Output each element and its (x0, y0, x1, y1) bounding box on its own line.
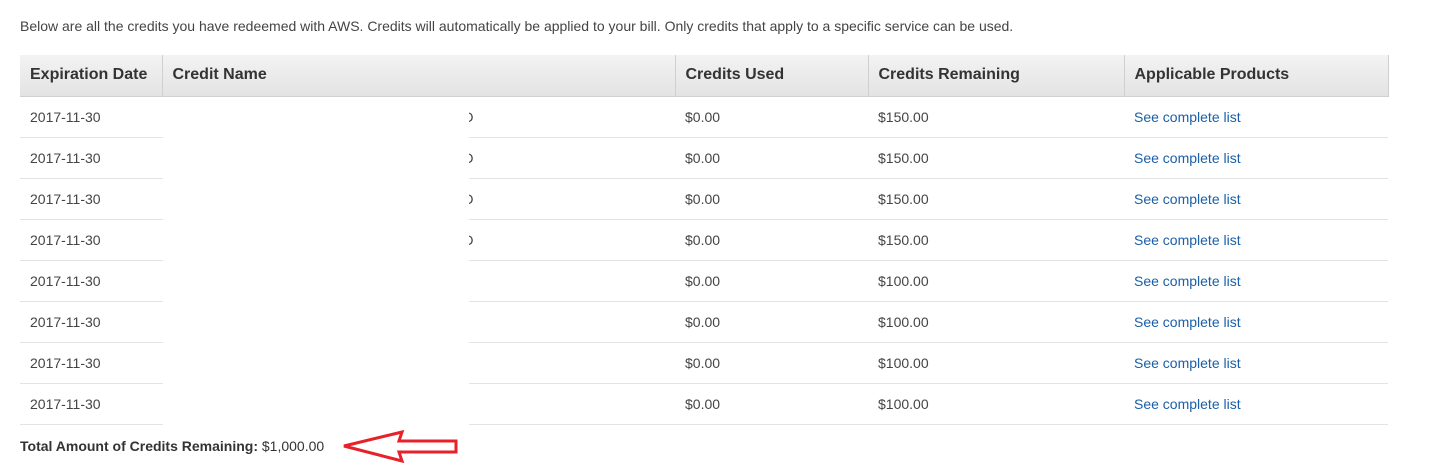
see-complete-list-link[interactable]: See complete list (1134, 109, 1241, 125)
applicable-products: See complete list (1124, 178, 1388, 220)
credits-remaining: $150.00 (868, 96, 1124, 138)
header-credits-used[interactable]: Credits Used (675, 55, 869, 97)
expiration-date: 2017-11-30 (20, 96, 162, 138)
credits-remaining: $100.00 (868, 260, 1124, 302)
total-credits-remaining: Total Amount of Credits Remaining: $1,00… (20, 437, 324, 455)
header-credits-remaining[interactable]: Credits Remaining (868, 55, 1125, 97)
expiration-date: 2017-11-30 (20, 137, 162, 179)
total-label: Total Amount of Credits Remaining: (20, 438, 258, 454)
credits-remaining: $150.00 (868, 137, 1124, 179)
see-complete-list-link[interactable]: See complete list (1134, 355, 1241, 371)
intro-text: Below are all the credits you have redee… (20, 18, 1014, 34)
see-complete-list-link[interactable]: See complete list (1134, 273, 1241, 289)
credits-table-header: Expiration Date Credit Name Credits Used… (20, 55, 1389, 97)
credits-remaining: $100.00 (868, 342, 1124, 384)
header-applicable-products[interactable]: Applicable Products (1124, 55, 1389, 97)
credits-remaining: $150.00 (868, 178, 1124, 220)
redaction-block (163, 97, 469, 425)
credits-used: $0.00 (675, 137, 868, 179)
credits-remaining: $100.00 (868, 383, 1124, 425)
see-complete-list-link[interactable]: See complete list (1134, 232, 1241, 248)
expiration-date: 2017-11-30 (20, 178, 162, 220)
credits-used: $0.00 (675, 219, 868, 261)
see-complete-list-link[interactable]: See complete list (1134, 396, 1241, 412)
credits-used: $0.00 (675, 383, 868, 425)
applicable-products: See complete list (1124, 301, 1388, 343)
expiration-date: 2017-11-30 (20, 260, 162, 302)
expiration-date: 2017-11-30 (20, 383, 162, 425)
credits-used: $0.00 (675, 342, 868, 384)
credits-remaining: $100.00 (868, 301, 1124, 343)
applicable-products: See complete list (1124, 342, 1388, 384)
left-arrow-icon (343, 430, 458, 464)
expiration-date: 2017-11-30 (20, 342, 162, 384)
total-value: $1,000.00 (261, 438, 325, 454)
header-row: Expiration Date Credit Name Credits Used… (20, 55, 1389, 97)
credits-used: $0.00 (675, 96, 868, 138)
applicable-products: See complete list (1124, 383, 1388, 425)
applicable-products: See complete list (1124, 137, 1388, 179)
applicable-products: See complete list (1124, 96, 1388, 138)
applicable-products: See complete list (1124, 260, 1388, 302)
header-credit-name[interactable]: Credit Name (162, 55, 676, 97)
credits-remaining: $150.00 (868, 219, 1124, 261)
expiration-date: 2017-11-30 (20, 219, 162, 261)
expiration-date: 2017-11-30 (20, 301, 162, 343)
arrow-shape (343, 430, 458, 464)
see-complete-list-link[interactable]: See complete list (1134, 191, 1241, 207)
see-complete-list-link[interactable]: See complete list (1134, 150, 1241, 166)
credits-used: $0.00 (675, 260, 868, 302)
credits-used: $0.00 (675, 178, 868, 220)
applicable-products: See complete list (1124, 219, 1388, 261)
credits-used: $0.00 (675, 301, 868, 343)
header-expiration-date[interactable]: Expiration Date (20, 55, 163, 97)
see-complete-list-link[interactable]: See complete list (1134, 314, 1241, 330)
